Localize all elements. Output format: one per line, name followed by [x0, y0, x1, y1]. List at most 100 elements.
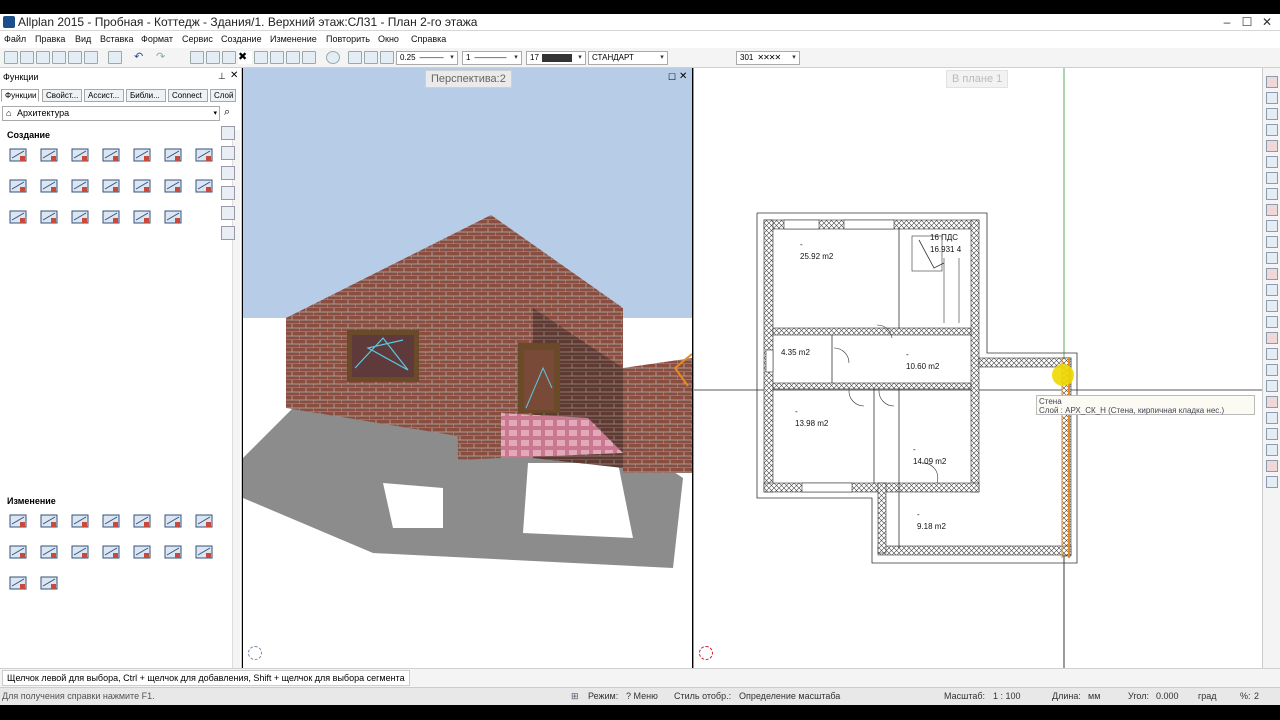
abc-edit-icon[interactable]: [70, 512, 90, 530]
paint-icon[interactable]: [39, 512, 59, 530]
length-value[interactable]: мм: [1088, 691, 1100, 701]
tab-functions[interactable]: Функции: [1, 89, 39, 102]
properties-icon[interactable]: [254, 51, 268, 64]
split-icon[interactable]: [132, 543, 152, 561]
panel-close-icon[interactable]: ✕: [230, 70, 238, 81]
layer-lock-icon[interactable]: [704, 51, 718, 64]
offset-icon[interactable]: [194, 543, 214, 561]
tab-library[interactable]: Библи...: [126, 89, 166, 102]
tool-icon[interactable]: [1266, 220, 1278, 232]
join-icon[interactable]: [70, 543, 90, 561]
tool-icon[interactable]: [1266, 156, 1278, 168]
style-value[interactable]: Определение масштаба: [739, 691, 840, 701]
delete-icon[interactable]: ✖: [238, 51, 252, 64]
tool-icon[interactable]: [1266, 284, 1278, 296]
roof-icon[interactable]: [70, 146, 90, 164]
mirror-icon[interactable]: [163, 543, 183, 561]
navigation-icon[interactable]: [248, 646, 262, 660]
tool-icon[interactable]: [1266, 204, 1278, 216]
category-combo[interactable]: ⌂ Архитектура ▾: [2, 106, 220, 121]
menu-file[interactable]: Файл: [4, 34, 26, 44]
tool-icon[interactable]: [1266, 76, 1278, 88]
scissors-icon[interactable]: [163, 208, 183, 226]
stretch-icon[interactable]: [8, 543, 28, 561]
window-icon[interactable]: [8, 177, 28, 195]
open-project-icon[interactable]: [20, 51, 34, 64]
viewport-close-icon[interactable]: ✕: [679, 71, 687, 82]
tool-icon[interactable]: [1266, 460, 1278, 472]
tool-icon[interactable]: [1266, 428, 1278, 440]
tool-icon[interactable]: [1266, 172, 1278, 184]
tool-icon[interactable]: [1266, 412, 1278, 424]
replace-icon[interactable]: [132, 512, 152, 530]
new-file-icon[interactable]: [4, 51, 18, 64]
tool-icon[interactable]: [1266, 300, 1278, 312]
line-type-combo[interactable]: 1 ———— ▾: [462, 51, 522, 65]
stair-icon[interactable]: [70, 177, 90, 195]
side-stair-icon[interactable]: [221, 206, 235, 220]
layer-visibility-icon[interactable]: [688, 51, 702, 64]
3d-icon[interactable]: [302, 51, 316, 64]
slab-icon[interactable]: [39, 146, 59, 164]
text-abc-frame-icon[interactable]: [194, 177, 214, 195]
paste-icon[interactable]: [222, 51, 236, 64]
door-icon[interactable]: [39, 177, 59, 195]
scale-value[interactable]: 1 : 100: [993, 691, 1021, 701]
tab-properties[interactable]: Свойст...: [42, 89, 82, 102]
perspective-viewport[interactable]: [243, 68, 692, 668]
tool-icon[interactable]: [1266, 252, 1278, 264]
tool-icon[interactable]: [1266, 364, 1278, 376]
menu-view[interactable]: Вид: [75, 34, 91, 44]
sheet-icon[interactable]: [8, 208, 28, 226]
tab-connect[interactable]: Connect: [168, 89, 208, 102]
tool-icon[interactable]: [1266, 188, 1278, 200]
tool-icon[interactable]: [1266, 316, 1278, 328]
opening-icon[interactable]: [70, 208, 90, 226]
print-icon[interactable]: [68, 51, 82, 64]
tool-icon[interactable]: [1266, 268, 1278, 280]
minimize-button[interactable]: –: [1218, 15, 1236, 29]
close-button[interactable]: ✕: [1258, 15, 1276, 29]
navigation-icon[interactable]: [699, 646, 713, 660]
open-file-icon[interactable]: [36, 51, 50, 64]
copy-icon[interactable]: [206, 51, 220, 64]
tool-icon[interactable]: [1266, 236, 1278, 248]
plot-icon[interactable]: [84, 51, 98, 64]
tool-icon[interactable]: [1266, 124, 1278, 136]
arch-icon[interactable]: [132, 146, 152, 164]
tool-icon[interactable]: [1266, 444, 1278, 456]
tab-assistants[interactable]: Ассист...: [84, 89, 124, 102]
plan-viewport[interactable]: [693, 68, 1262, 668]
tool-icon[interactable]: [1266, 396, 1278, 408]
color-combo[interactable]: 17 ▾: [526, 51, 586, 65]
panel-icon[interactable]: [163, 146, 183, 164]
layer-combo[interactable]: СТАНДАРТ ▾: [588, 51, 668, 65]
side-slab-icon[interactable]: [221, 166, 235, 180]
maximize-button[interactable]: ☐: [1238, 15, 1256, 29]
menu-modify[interactable]: Изменение: [270, 34, 317, 44]
line-icon[interactable]: [364, 51, 378, 64]
side-wall-icon[interactable]: [221, 126, 235, 140]
color-icon[interactable]: [380, 51, 394, 64]
trim-icon[interactable]: [101, 543, 121, 561]
tool-icon[interactable]: [1266, 332, 1278, 344]
tool-icon[interactable]: [1266, 380, 1278, 392]
pin-icon[interactable]: ⊥: [218, 71, 226, 82]
abc-change-icon[interactable]: [194, 512, 214, 530]
undo-icon[interactable]: ↶: [134, 51, 148, 64]
tool-icon[interactable]: [1266, 92, 1278, 104]
preview-icon[interactable]: [108, 51, 122, 64]
grid-icon[interactable]: [163, 177, 183, 195]
menu-help[interactable]: Справка: [411, 34, 446, 44]
column-icon[interactable]: [101, 146, 121, 164]
recess-icon[interactable]: [132, 208, 152, 226]
layer-filter-icon[interactable]: [672, 51, 686, 64]
number-123-icon[interactable]: [132, 177, 152, 195]
align-icon[interactable]: [39, 543, 59, 561]
tool-icon[interactable]: [1266, 108, 1278, 120]
angle-value[interactable]: 0.000: [1156, 691, 1179, 701]
tab-layer[interactable]: Слой: [210, 89, 236, 102]
cube-icon[interactable]: [194, 146, 214, 164]
text-abc-icon[interactable]: [101, 177, 121, 195]
percent-value[interactable]: 2: [1254, 691, 1259, 701]
